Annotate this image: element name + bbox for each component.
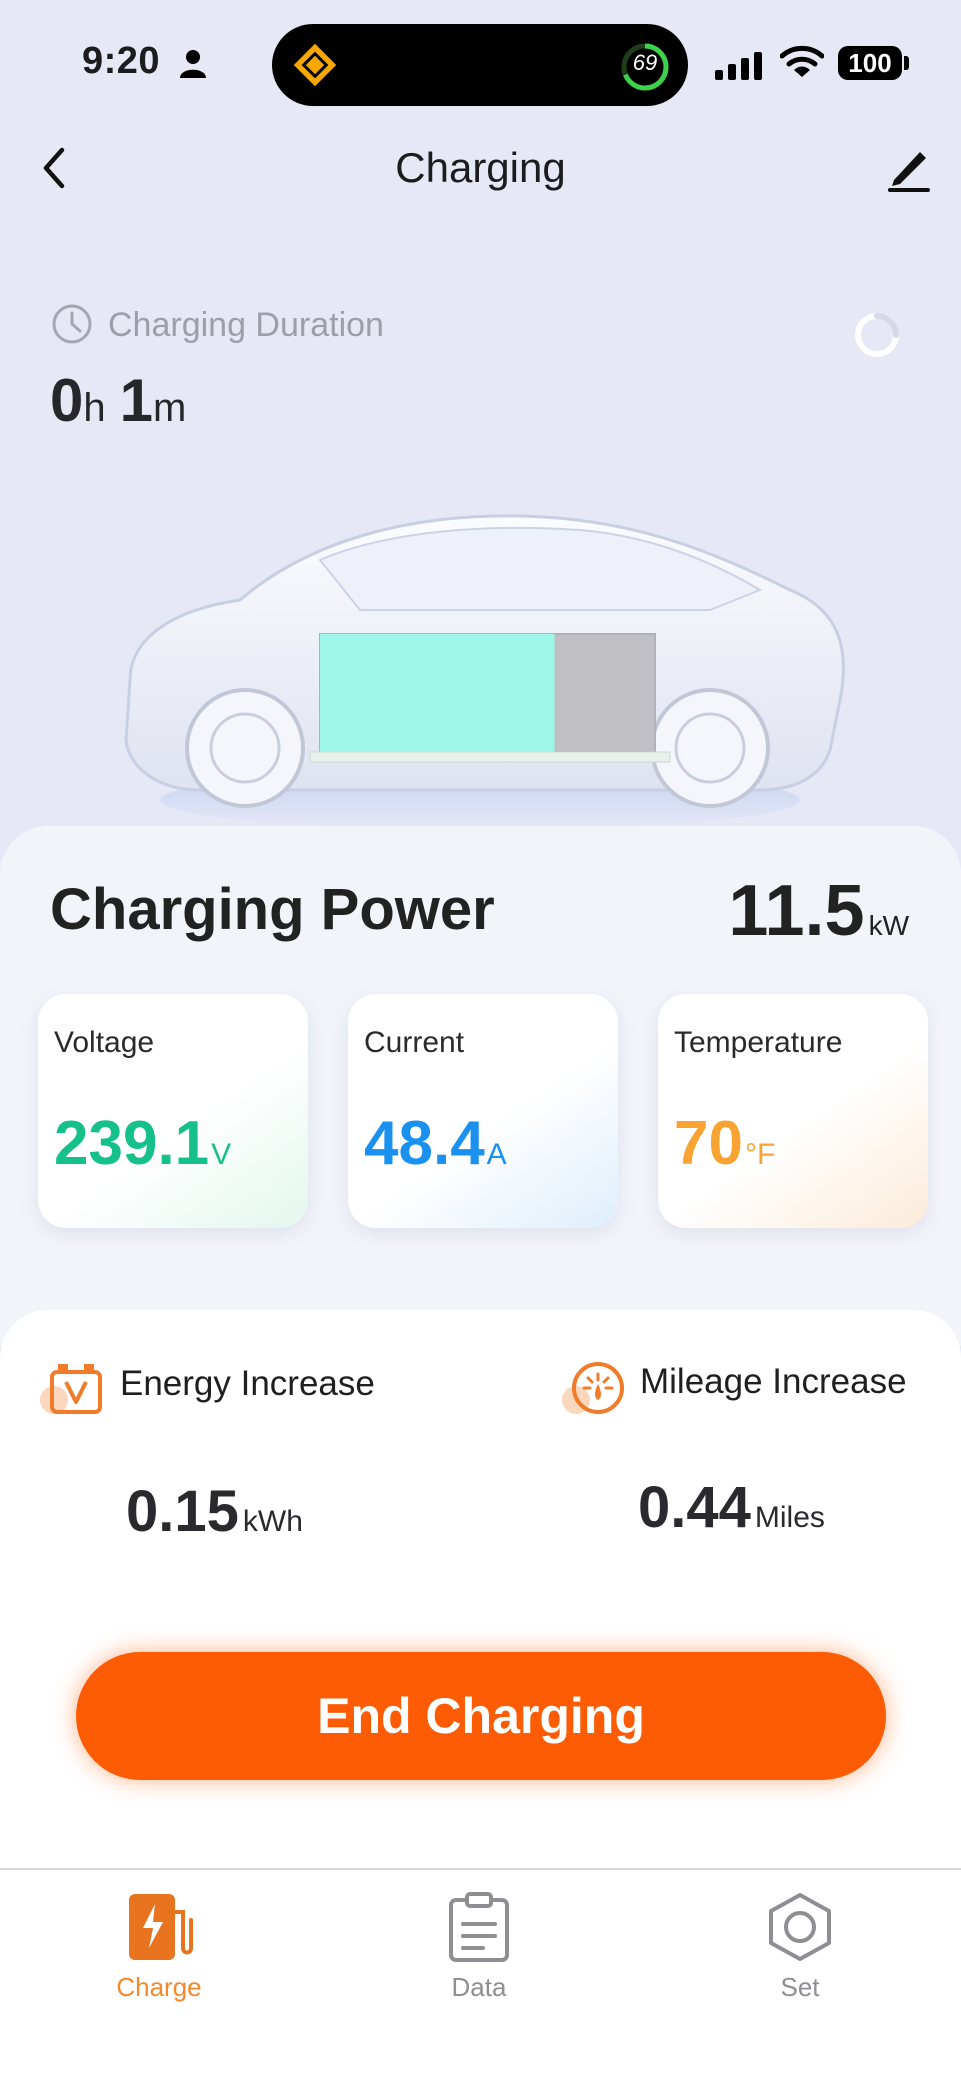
energy-increase-label: Energy Increase xyxy=(120,1364,375,1403)
current-value: 48.4A xyxy=(364,1108,507,1179)
battery-voltage-icon xyxy=(40,1364,102,1414)
power-number: 11.5 xyxy=(728,871,865,951)
energy-unit: kWh xyxy=(242,1505,303,1538)
voltage-card: Voltage 239.1V xyxy=(38,994,308,1228)
tab-data-label: Data xyxy=(451,1972,507,2002)
temperature-number: 70 xyxy=(674,1109,743,1178)
rear-wheel xyxy=(185,688,305,808)
mileage-number: 0.44 xyxy=(638,1475,751,1540)
duration-hours-unit: h xyxy=(83,386,106,430)
hexagon-gear-icon xyxy=(769,1893,831,1961)
wifi-icon xyxy=(780,45,824,77)
charger-icon xyxy=(129,1894,193,1960)
activity-ring-value: 69 xyxy=(632,50,658,75)
temperature-card: Temperature 70°F xyxy=(658,994,928,1228)
current-label: Current xyxy=(364,1026,465,1059)
front-wheel xyxy=(650,688,770,808)
page-title: Charging xyxy=(395,144,566,191)
status-time: 9:20 xyxy=(82,40,161,82)
clock-icon xyxy=(52,304,92,344)
edit-pencil-icon[interactable] xyxy=(884,144,934,194)
duration-label: Charging Duration xyxy=(108,306,384,344)
temperature-unit: °F xyxy=(744,1138,776,1171)
current-card: Current 48.4A xyxy=(348,994,618,1228)
energy-increase-value: 0.15 kWh xyxy=(126,1478,303,1545)
voltage-unit: V xyxy=(211,1138,232,1171)
current-unit: A xyxy=(486,1138,507,1171)
energy-number: 0.15 xyxy=(126,1479,239,1544)
person-icon xyxy=(180,50,206,78)
battery-tip xyxy=(904,56,909,70)
tab-data[interactable]: Data xyxy=(399,1892,559,2022)
duration-value: 0h 1m xyxy=(50,366,200,435)
mileage-unit: Miles xyxy=(754,1501,825,1534)
duration-minutes: 1 xyxy=(119,367,153,434)
tab-set-label: Set xyxy=(780,1972,820,2002)
loading-spinner-icon xyxy=(855,313,899,357)
speedometer-icon xyxy=(562,1362,624,1414)
clipboard-icon xyxy=(449,1892,509,1962)
duration-hours: 0 xyxy=(50,367,84,434)
charging-power-label: Charging Power xyxy=(50,877,495,942)
voltage-label: Voltage xyxy=(54,1026,155,1059)
battery-indicator: 100 xyxy=(838,46,902,80)
charging-power-value: 11.5 kW xyxy=(728,870,909,952)
voltage-number: 239.1 xyxy=(54,1109,210,1178)
tab-charge-label: Charge xyxy=(116,1972,202,2002)
mileage-increase-label: Mileage Increase xyxy=(640,1362,907,1401)
temperature-value: 70°F xyxy=(674,1108,775,1179)
temperature-label: Temperature xyxy=(674,1026,843,1059)
cellular-signal-icon xyxy=(715,52,762,80)
app-diamond-icon xyxy=(293,43,337,87)
car-battery-illustration xyxy=(124,514,845,830)
power-unit: kW xyxy=(868,910,909,941)
end-charging-button[interactable]: End Charging xyxy=(76,1652,886,1780)
tab-charge[interactable]: Charge xyxy=(79,1892,239,2022)
duration-minutes-unit: m xyxy=(153,386,187,430)
battery-pack-fill xyxy=(320,634,555,752)
mileage-increase-value: 0.44 Miles xyxy=(638,1474,825,1541)
current-number: 48.4 xyxy=(364,1109,485,1178)
tab-set[interactable]: Set xyxy=(720,1892,880,2022)
voltage-value: 239.1V xyxy=(54,1108,231,1179)
